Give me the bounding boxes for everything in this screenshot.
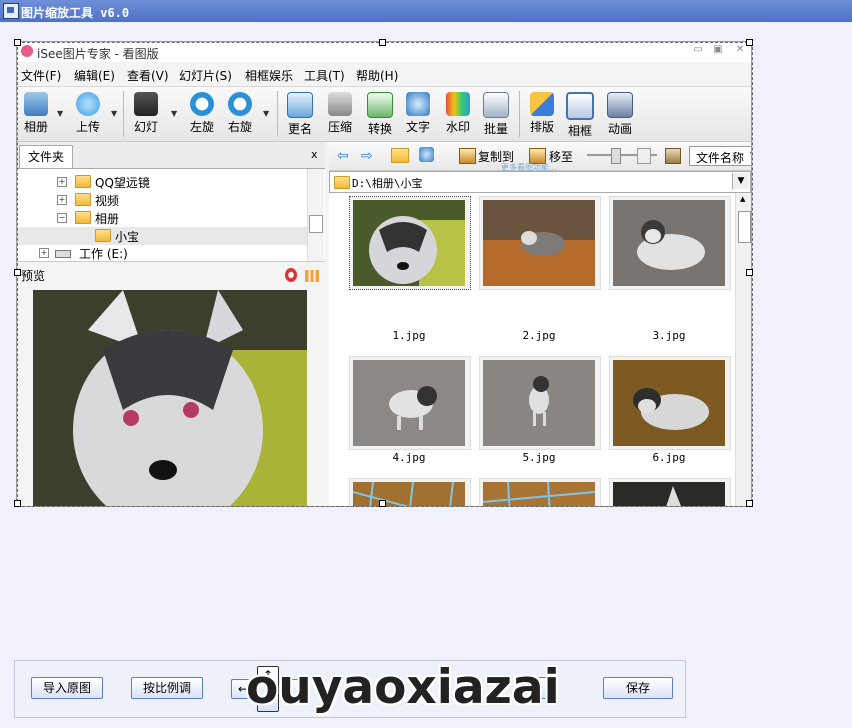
resize-handle[interactable] — [14, 500, 21, 507]
resize-handle[interactable] — [379, 500, 386, 507]
resize-frame[interactable] — [14, 39, 753, 507]
proportional-resize-button[interactable]: 按比例调 — [131, 677, 203, 699]
resize-handle[interactable] — [14, 269, 21, 276]
title-bar: 图片缩放工具 v6.0 — [0, 0, 852, 22]
window-title: 图片缩放工具 v6.0 — [21, 6, 130, 20]
import-original-button[interactable]: 导入原图 — [31, 677, 103, 699]
resize-handle[interactable] — [379, 39, 386, 46]
resize-handle[interactable] — [746, 500, 753, 507]
resize-handle[interactable] — [14, 39, 21, 46]
resize-handle[interactable] — [746, 269, 753, 276]
save-button[interactable]: 保存 — [603, 677, 673, 699]
resize-handle[interactable] — [746, 39, 753, 46]
app-icon — [3, 3, 19, 19]
watermark-text: ouyaoxiazai — [246, 660, 560, 715]
